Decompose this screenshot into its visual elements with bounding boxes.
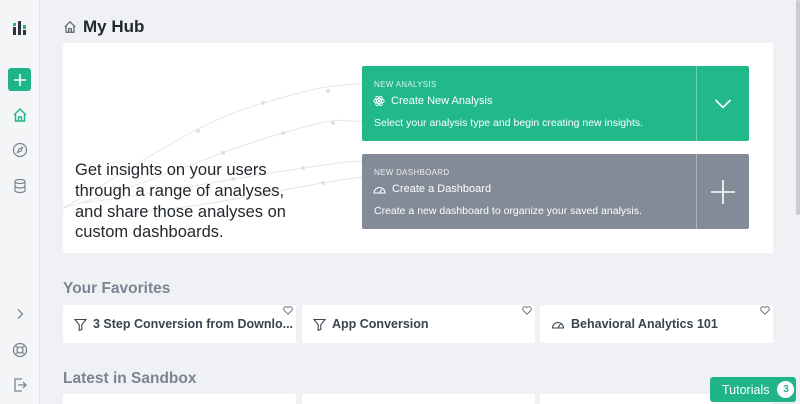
heart-icon[interactable] bbox=[283, 306, 293, 315]
sandbox-card[interactable] bbox=[63, 394, 296, 404]
favorite-card[interactable]: Behavioral Analytics 101 bbox=[540, 305, 773, 343]
favorites-heading: Your Favorites bbox=[63, 280, 171, 297]
tutorials-label: Tutorials bbox=[722, 382, 770, 397]
favorite-card[interactable]: 3 Step Conversion from Downlo... bbox=[63, 305, 296, 343]
funnel-icon bbox=[74, 318, 87, 331]
plus-icon bbox=[13, 73, 26, 86]
lifebuoy-icon bbox=[12, 342, 28, 358]
chevron-down-icon bbox=[714, 98, 732, 109]
home-nav[interactable] bbox=[8, 103, 32, 127]
atom-icon bbox=[373, 95, 385, 107]
analysis-title-text: Create New Analysis bbox=[391, 95, 493, 107]
analysis-expand-button[interactable] bbox=[696, 66, 749, 141]
page-title: My Hub bbox=[63, 16, 144, 38]
dashboard-title-text: Create a Dashboard bbox=[392, 183, 492, 195]
favorite-label: App Conversion bbox=[332, 317, 429, 331]
dashboard-kicker: NEW DASHBOARD bbox=[374, 168, 450, 177]
heart-icon[interactable] bbox=[760, 306, 770, 315]
dashboard-title: Create a Dashboard bbox=[373, 183, 491, 195]
logout-button[interactable] bbox=[8, 373, 32, 397]
heart-icon[interactable] bbox=[522, 306, 532, 315]
dashboard-icon bbox=[551, 321, 565, 329]
plus-icon bbox=[711, 179, 735, 204]
tutorials-button[interactable]: Tutorials 3 bbox=[710, 377, 796, 402]
speedometer-icon bbox=[373, 187, 386, 194]
favorite-card[interactable]: App Conversion bbox=[302, 305, 535, 343]
dashboard-description: Create a new dashboard to organize your … bbox=[374, 205, 642, 217]
create-analysis-card[interactable]: NEW ANALYSIS Create New Analysis Select … bbox=[362, 66, 749, 141]
favorite-label: Behavioral Analytics 101 bbox=[571, 317, 718, 331]
analysis-kicker: NEW ANALYSIS bbox=[374, 80, 437, 89]
data-nav[interactable] bbox=[8, 174, 32, 198]
home-icon bbox=[64, 20, 76, 33]
create-button[interactable] bbox=[8, 68, 31, 91]
chevron-right-icon bbox=[17, 309, 24, 319]
analysis-title: Create New Analysis bbox=[373, 95, 493, 107]
create-dashboard-card[interactable]: NEW DASHBOARD Create a Dashboard Create … bbox=[362, 154, 749, 229]
help-button[interactable] bbox=[8, 338, 32, 362]
explore-nav[interactable] bbox=[8, 138, 32, 162]
funnel-icon bbox=[313, 318, 326, 331]
page-title-text: My Hub bbox=[83, 17, 145, 36]
hub-hero-card: Get insights on your users through a ran… bbox=[63, 43, 773, 253]
expand-sidebar-button[interactable] bbox=[8, 302, 32, 326]
hero-description: Get insights on your users through a ran… bbox=[75, 161, 286, 242]
tutorials-count-badge: 3 bbox=[777, 381, 795, 398]
logo[interactable] bbox=[8, 16, 32, 40]
dashboard-add-button[interactable] bbox=[696, 154, 749, 229]
favorite-label: 3 Step Conversion from Downlo... bbox=[93, 317, 294, 331]
sidebar bbox=[0, 0, 40, 404]
home-icon bbox=[13, 108, 27, 122]
sandbox-heading: Latest in Sandbox bbox=[63, 370, 197, 387]
scrollbar[interactable] bbox=[796, 0, 800, 215]
analysis-description: Select your analysis type and begin crea… bbox=[374, 117, 644, 129]
database-icon bbox=[14, 178, 26, 194]
compass-icon bbox=[12, 142, 28, 158]
logout-icon bbox=[14, 378, 27, 392]
sandbox-card[interactable] bbox=[302, 394, 535, 404]
